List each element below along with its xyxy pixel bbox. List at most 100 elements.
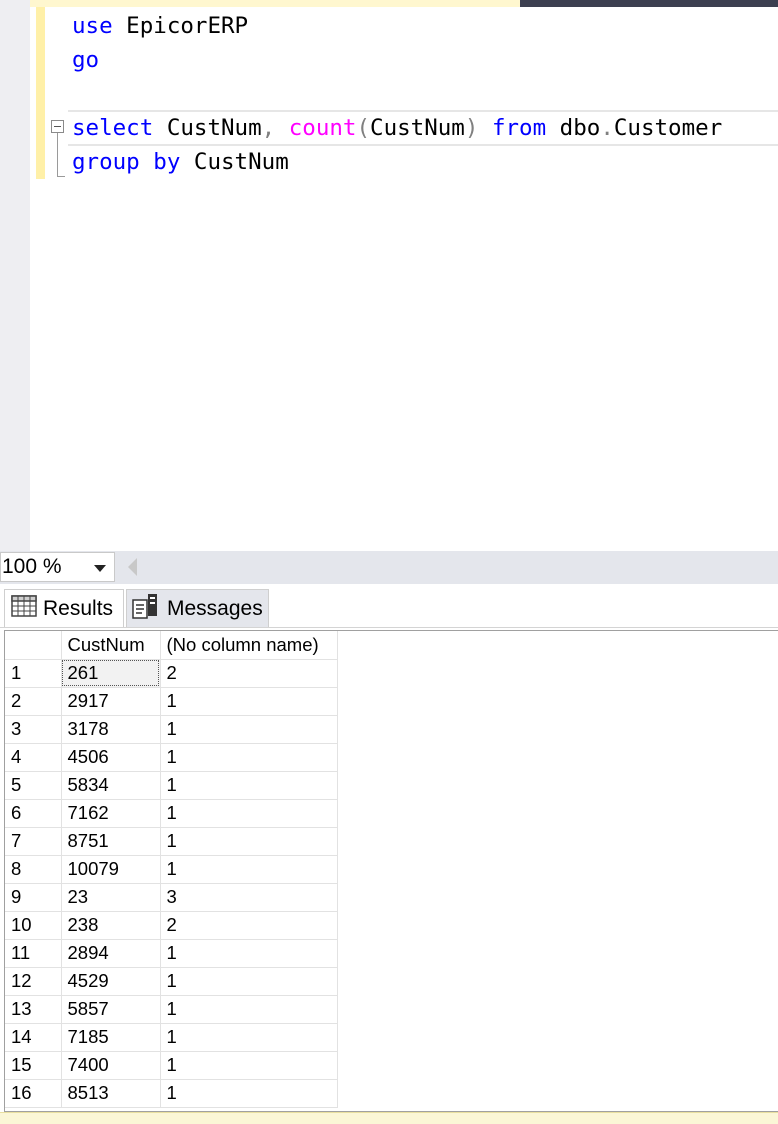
custnum-cell[interactable]: 8513 <box>61 1079 161 1108</box>
tab-results-label: Results <box>43 596 114 620</box>
count-cell[interactable]: 1 <box>160 995 338 1024</box>
custnum-cell[interactable]: 7162 <box>61 799 161 828</box>
code-line[interactable] <box>72 77 722 111</box>
custnum-cell[interactable]: 7185 <box>61 1023 161 1052</box>
table-row[interactable]: 4 4506 1 <box>5 743 338 772</box>
results-grid-frame[interactable]: CustNum (No column name) 1 261 2 2 2917 1 3 317… <box>4 630 778 1112</box>
sql-token: EpicorERP <box>112 13 249 39</box>
sql-keyword: go <box>72 47 100 73</box>
ssms-query-window: use EpicorERP go select CustNum, count(Cu… <box>0 0 778 1124</box>
row-number-cell[interactable]: 16 <box>5 1079 62 1108</box>
table-row[interactable]: 13 5857 1 <box>5 995 338 1024</box>
row-number-cell[interactable]: 2 <box>5 687 62 716</box>
count-cell[interactable]: 1 <box>160 1051 338 1080</box>
zoom-dropdown[interactable]: 100 % <box>0 552 115 582</box>
table-row[interactable]: 1 261 2 <box>5 659 338 688</box>
row-number-cell[interactable]: 15 <box>5 1051 62 1080</box>
count-cell[interactable]: 1 <box>160 967 338 996</box>
table-row[interactable]: 2 2917 1 <box>5 687 338 716</box>
row-number-cell[interactable]: 3 <box>5 715 62 744</box>
table-row[interactable]: 7 8751 1 <box>5 827 338 856</box>
zoom-value: 100 % <box>2 555 62 578</box>
chevron-down-icon[interactable] <box>94 565 106 572</box>
count-cell[interactable]: 1 <box>160 827 338 856</box>
sql-code[interactable]: use EpicorERP go select CustNum, count(Cu… <box>72 9 722 179</box>
row-number-cell[interactable]: 13 <box>5 995 62 1024</box>
custnum-cell[interactable]: 4506 <box>61 743 161 772</box>
custnum-cell[interactable]: 7400 <box>61 1051 161 1080</box>
grid-header-rownum[interactable] <box>5 631 62 660</box>
tab-messages[interactable]: Messages <box>126 589 269 627</box>
fold-guide-end <box>57 176 65 177</box>
count-cell[interactable]: 1 <box>160 1079 338 1108</box>
tab-messages-label: Messages <box>167 596 263 620</box>
code-line[interactable]: use EpicorERP <box>72 9 722 43</box>
custnum-cell[interactable]: 4529 <box>61 967 161 996</box>
grid-body: 1 261 2 2 2917 1 3 3178 1 4 4506 1 5 5834 1 6 7162 1 7 8751… <box>5 659 338 1108</box>
results-grid[interactable]: CustNum (No column name) 1 261 2 2 2917 1 3 317… <box>5 631 338 1108</box>
table-row[interactable]: 9 23 3 <box>5 883 338 912</box>
row-number-cell[interactable]: 12 <box>5 967 62 996</box>
count-cell[interactable]: 1 <box>160 771 338 800</box>
custnum-cell[interactable]: 261 <box>61 659 161 688</box>
query-editor[interactable]: use EpicorERP go select CustNum, count(Cu… <box>0 0 778 551</box>
custnum-cell[interactable]: 2894 <box>61 939 161 968</box>
sql-token: Customer <box>613 115 723 141</box>
code-line[interactable]: select CustNum, count(CustNum) from dbo.… <box>72 111 722 145</box>
custnum-cell[interactable]: 238 <box>61 911 161 940</box>
row-number-cell[interactable]: 8 <box>5 855 62 884</box>
table-row[interactable]: 11 2894 1 <box>5 939 338 968</box>
custnum-cell[interactable]: 10079 <box>61 855 161 884</box>
count-cell[interactable]: 2 <box>160 911 338 940</box>
row-number-cell[interactable]: 14 <box>5 1023 62 1052</box>
grid-header-row: CustNum (No column name) <box>5 631 338 660</box>
count-cell[interactable]: 1 <box>160 715 338 744</box>
row-number-cell[interactable]: 10 <box>5 911 62 940</box>
custnum-cell[interactable]: 23 <box>61 883 161 912</box>
count-cell[interactable]: 1 <box>160 1023 338 1052</box>
custnum-cell[interactable]: 3178 <box>61 715 161 744</box>
custnum-cell[interactable]: 8751 <box>61 827 161 856</box>
sql-token: ) <box>464 115 479 141</box>
code-line[interactable]: group by CustNum <box>72 145 722 179</box>
count-cell[interactable]: 1 <box>160 939 338 968</box>
table-row[interactable]: 16 8513 1 <box>5 1079 338 1108</box>
custnum-cell[interactable]: 5834 <box>61 771 161 800</box>
count-cell[interactable]: 1 <box>160 855 338 884</box>
change-tracking-bar <box>36 7 45 179</box>
table-row[interactable]: 14 7185 1 <box>5 1023 338 1052</box>
table-row[interactable]: 10 238 2 <box>5 911 338 940</box>
count-cell[interactable]: 3 <box>160 883 338 912</box>
count-cell[interactable]: 2 <box>160 659 338 688</box>
code-line[interactable]: go <box>72 43 722 77</box>
table-row[interactable]: 8 10079 1 <box>5 855 338 884</box>
zoom-bar: 100 % <box>0 551 778 584</box>
row-number-cell[interactable]: 4 <box>5 743 62 772</box>
row-number-cell[interactable]: 9 <box>5 883 62 912</box>
count-cell[interactable]: 1 <box>160 687 338 716</box>
table-row[interactable]: 5 5834 1 <box>5 771 338 800</box>
count-cell[interactable]: 1 <box>160 743 338 772</box>
table-row[interactable]: 3 3178 1 <box>5 715 338 744</box>
sql-keyword: use <box>72 13 113 39</box>
scroll-left-arrow-icon[interactable] <box>128 558 137 576</box>
row-number-cell[interactable]: 7 <box>5 827 62 856</box>
row-number-cell[interactable]: 1 <box>5 659 62 688</box>
grid-header-count[interactable]: (No column name) <box>160 631 338 660</box>
table-row[interactable]: 12 4529 1 <box>5 967 338 996</box>
count-cell[interactable]: 1 <box>160 799 338 828</box>
table-row[interactable]: 6 7162 1 <box>5 799 338 828</box>
sql-token: CustNum <box>180 149 289 175</box>
row-number-cell[interactable]: 11 <box>5 939 62 968</box>
tab-results[interactable]: Results <box>4 589 124 627</box>
collapse-region-icon[interactable] <box>51 120 64 133</box>
custnum-cell[interactable]: 5857 <box>61 995 161 1024</box>
row-number-cell[interactable]: 6 <box>5 799 62 828</box>
table-row[interactable]: 15 7400 1 <box>5 1051 338 1080</box>
grid-icon <box>11 594 37 623</box>
custnum-cell[interactable]: 2917 <box>61 687 161 716</box>
grid-header-custnum[interactable]: CustNum <box>61 631 161 660</box>
row-number-cell[interactable]: 5 <box>5 771 62 800</box>
